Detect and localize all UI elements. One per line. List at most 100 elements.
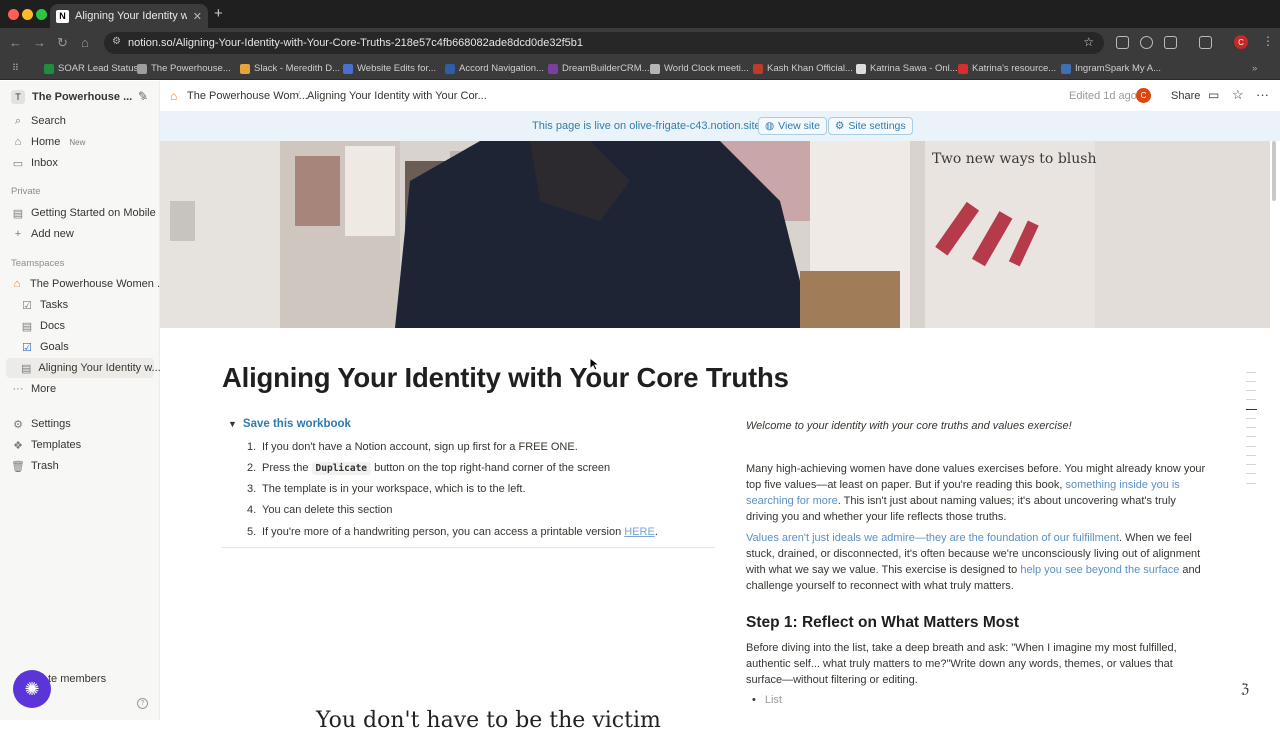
apps-grid-icon[interactable]: ⠿ bbox=[12, 63, 19, 74]
reload-icon[interactable]: ↻ bbox=[57, 35, 68, 51]
bookmark-item[interactable]: The Powerhouse... bbox=[137, 63, 231, 74]
puzzle-icon[interactable] bbox=[1164, 36, 1177, 49]
toc-marker[interactable] bbox=[1246, 381, 1256, 382]
toc-marker[interactable] bbox=[1246, 399, 1256, 400]
breadcrumb-parent[interactable]: The Powerhouse Wom... bbox=[187, 90, 308, 102]
printable-link[interactable]: HERE bbox=[624, 526, 655, 538]
sidebar-item-tasks[interactable]: ☑ Tasks bbox=[21, 299, 68, 312]
bookmark-item[interactable]: Katrina Sawa - Onl... bbox=[856, 63, 958, 74]
more-bookmarks-icon[interactable]: » bbox=[1252, 63, 1257, 74]
sidebar-search-label: Search bbox=[31, 115, 66, 127]
new-tab-button[interactable]: + bbox=[214, 5, 223, 22]
inline-code: Duplicate bbox=[311, 462, 372, 475]
scrollbar[interactable] bbox=[1272, 141, 1276, 201]
minimize-window-button[interactable] bbox=[22, 9, 33, 20]
toc-marker[interactable] bbox=[1246, 473, 1256, 474]
home-icon[interactable]: ⌂ bbox=[81, 35, 89, 50]
sidebar-trash[interactable]: 🗑 Trash bbox=[11, 460, 59, 473]
list-number: 1. bbox=[247, 441, 257, 453]
extension-icon[interactable] bbox=[1116, 36, 1129, 49]
favorite-star-icon[interactable]: ☆ bbox=[1232, 87, 1244, 103]
toc-marker[interactable] bbox=[1246, 409, 1257, 410]
list-item: 1. If you don't have a Notion account, si… bbox=[247, 441, 578, 453]
add-new-label: Add new bbox=[31, 228, 74, 240]
toc-marker[interactable] bbox=[1246, 483, 1256, 484]
menu-kebab-icon[interactable]: ⋮ bbox=[1262, 34, 1274, 48]
view-site-button[interactable]: ◍ View site bbox=[758, 117, 827, 135]
trash-label: Trash bbox=[31, 460, 59, 472]
toc-marker[interactable] bbox=[1246, 418, 1256, 419]
page-title[interactable]: Aligning Your Identity with Your Core Tr… bbox=[222, 362, 789, 394]
user-avatar[interactable]: C bbox=[1136, 88, 1151, 103]
toc-marker[interactable] bbox=[1246, 455, 1256, 456]
bookmark-item[interactable]: Kash Khan Official... bbox=[753, 63, 853, 74]
breadcrumb-separator: / bbox=[297, 90, 301, 102]
sidebar-search[interactable]: ⌕ Search bbox=[12, 115, 66, 128]
close-window-button[interactable] bbox=[8, 9, 19, 20]
bookmark-label: World Clock meeti... bbox=[664, 63, 749, 74]
sidebar-inbox[interactable]: ▭ Inbox bbox=[12, 157, 58, 170]
profile-avatar[interactable]: C bbox=[1234, 35, 1248, 49]
sidebar-more[interactable]: ··· More bbox=[12, 383, 57, 395]
notion-sidebar: T The Powerhouse ... ⌄ ✎ ⌕ Search ⌂ Home Ne… bbox=[0, 81, 166, 720]
share-button[interactable]: Share bbox=[1171, 90, 1200, 102]
save-workbook-toggle[interactable]: ▼ Save this workbook bbox=[228, 418, 351, 430]
assistant-fab-button[interactable]: ✺ bbox=[13, 670, 51, 708]
bullet-list-item[interactable]: • List bbox=[752, 694, 782, 706]
sidebar-item-getting-started[interactable]: ▤ Getting Started on Mobile bbox=[12, 207, 156, 220]
toc-marker[interactable] bbox=[1246, 446, 1256, 447]
sidebar-settings[interactable]: ⚙ Settings bbox=[12, 418, 71, 431]
help-icon[interactable]: ? bbox=[137, 698, 148, 709]
comments-icon[interactable]: ▭ bbox=[1208, 88, 1219, 102]
checkbox-icon: ☑ bbox=[22, 299, 32, 312]
toc-marker[interactable] bbox=[1246, 464, 1256, 465]
toc-marker[interactable] bbox=[1246, 372, 1256, 373]
new-page-icon[interactable]: ✎ bbox=[138, 89, 148, 103]
toggle-triangle-icon[interactable]: ▼ bbox=[228, 419, 237, 429]
back-icon[interactable]: ← bbox=[9, 35, 22, 50]
bookmark-item[interactable]: Katrina's resource... bbox=[958, 63, 1056, 74]
sidebar-templates[interactable]: ❖ Templates bbox=[12, 439, 81, 452]
bookmark-item[interactable]: Website Edits for... bbox=[343, 63, 436, 74]
bookmark-item[interactable]: SOAR Lead Status bbox=[44, 63, 138, 74]
address-bar[interactable]: ⚙ notion.so/Aligning-Your-Identity-with-… bbox=[104, 32, 1104, 54]
sidebar-item-docs[interactable]: ▤ Docs bbox=[21, 320, 65, 333]
bookmark-item[interactable]: DreamBuilderCRM... bbox=[548, 63, 650, 74]
breadcrumb-current[interactable]: Aligning Your Identity with Your Cor... bbox=[307, 90, 487, 102]
invite-members[interactable]: te members bbox=[48, 673, 106, 685]
bookmark-item[interactable]: Accord Navigation... bbox=[445, 63, 544, 74]
bookmark-item[interactable]: Slack - Meredith D... bbox=[240, 63, 340, 74]
maximize-window-button[interactable] bbox=[36, 9, 47, 20]
site-settings-button[interactable]: ⚙ Site settings bbox=[828, 117, 913, 135]
sidebar-teamspace[interactable]: ⌂ The Powerhouse Women ... bbox=[11, 278, 166, 290]
sidebar-item-goals[interactable]: ☑ Goals bbox=[21, 341, 69, 354]
bookmark-item[interactable]: World Clock meeti... bbox=[650, 63, 749, 74]
toc-marker[interactable] bbox=[1246, 436, 1256, 437]
sidebar-home[interactable]: ⌂ Home New bbox=[12, 136, 86, 148]
sidebar-item-aligning-identity[interactable]: ▤ Aligning Your Identity w... bbox=[6, 358, 161, 378]
browser-tab[interactable]: N Aligning Your Identity with Yo ✕ bbox=[50, 4, 208, 28]
sync-icon[interactable] bbox=[1140, 36, 1153, 49]
bookmark-favicon-icon bbox=[137, 63, 147, 74]
more-options-icon[interactable]: ··· bbox=[1256, 87, 1269, 102]
bookmark-star-icon[interactable]: ☆ bbox=[1083, 35, 1094, 49]
list-item-text: If you're more of a handwriting person, … bbox=[262, 526, 625, 538]
forward-icon[interactable]: → bbox=[33, 35, 46, 50]
bookmark-item[interactable]: IngramSpark My A... bbox=[1061, 63, 1161, 74]
page-topbar: ⌂ The Powerhouse Wom... / Aligning Your … bbox=[160, 81, 1280, 111]
bullet-icon: • bbox=[752, 694, 756, 706]
close-tab-icon[interactable]: ✕ bbox=[193, 10, 202, 23]
step1-heading[interactable]: Step 1: Reflect on What Matters Most bbox=[746, 614, 1019, 632]
edited-timestamp: Edited 1d ago bbox=[1069, 90, 1137, 102]
scribble-icon[interactable]: ℨ bbox=[1241, 681, 1249, 697]
toc-marker[interactable] bbox=[1246, 390, 1256, 391]
sidepanel-icon[interactable] bbox=[1199, 36, 1212, 49]
paragraph: Many high-achieving women have done valu… bbox=[746, 461, 1206, 525]
list-item-text: . bbox=[654, 526, 658, 538]
divider bbox=[222, 547, 715, 548]
published-banner: This page is live on olive-frigate-c43.n… bbox=[160, 111, 1280, 141]
site-info-icon[interactable]: ⚙ bbox=[112, 36, 121, 47]
toc-marker[interactable] bbox=[1246, 427, 1256, 428]
sidebar-add-new[interactable]: + Add new bbox=[12, 228, 74, 240]
workspace-switcher[interactable]: T The Powerhouse ... ⌄ bbox=[11, 90, 147, 104]
